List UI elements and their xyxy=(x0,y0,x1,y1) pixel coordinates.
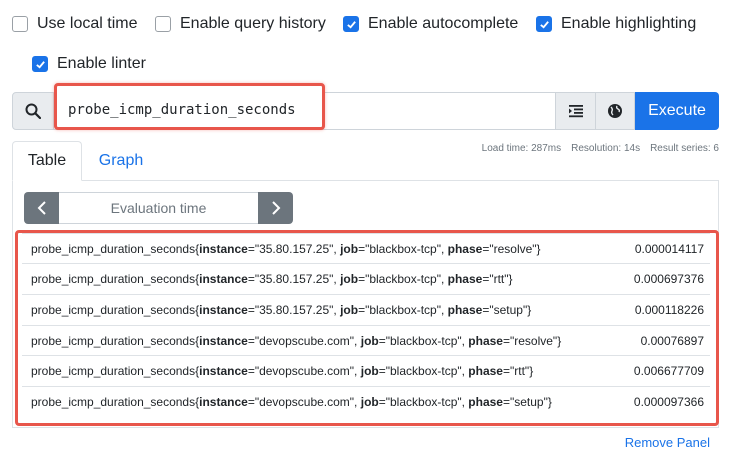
chevron-right-icon xyxy=(271,201,280,215)
use-local-time-checkbox[interactable] xyxy=(12,16,28,32)
enable-query-history-option[interactable]: Enable query history xyxy=(155,15,326,33)
enable-highlighting-label: Enable highlighting xyxy=(561,15,697,32)
enable-autocomplete-label: Enable autocomplete xyxy=(368,15,519,32)
metrics-explorer-button[interactable] xyxy=(595,92,635,130)
resolution: Resolution: 14s xyxy=(571,143,641,154)
use-local-time-label: Use local time xyxy=(37,15,138,32)
series-value: 0.000014117 xyxy=(634,241,704,256)
eval-previous-button[interactable] xyxy=(24,192,59,224)
enable-highlighting-checkbox[interactable] xyxy=(536,16,552,32)
chevron-left-icon xyxy=(37,201,46,215)
check-icon xyxy=(539,20,549,29)
expression-input[interactable]: probe_icmp_duration_seconds xyxy=(68,102,296,118)
enable-linter-option[interactable]: Enable linter xyxy=(32,55,146,73)
table-row: probe_icmp_duration_seconds{instance="35… xyxy=(22,233,710,263)
series-label: probe_icmp_duration_seconds{instance="de… xyxy=(31,363,534,378)
enable-autocomplete-option[interactable]: Enable autocomplete xyxy=(343,15,518,33)
series-value: 0.000097366 xyxy=(633,394,704,409)
evaluation-time-placeholder: Evaluation time xyxy=(110,200,207,216)
tab-graph[interactable]: Graph xyxy=(86,141,156,181)
table-row: probe_icmp_duration_seconds{instance="35… xyxy=(22,263,710,293)
check-icon xyxy=(346,20,356,29)
eval-next-button[interactable] xyxy=(258,192,293,224)
series-value: 0.006677709 xyxy=(633,363,704,378)
evaluation-time-input[interactable]: Evaluation time xyxy=(59,192,258,224)
tab-table[interactable]: Table xyxy=(12,141,82,181)
table-row: probe_icmp_duration_seconds{instance="de… xyxy=(22,355,710,385)
enable-query-history-label: Enable query history xyxy=(180,15,326,32)
tab-graph-label: Graph xyxy=(98,152,144,169)
series-label: probe_icmp_duration_seconds{instance="35… xyxy=(31,271,513,286)
execute-button-label: Execute xyxy=(648,102,706,119)
enable-linter-label: Enable linter xyxy=(57,55,146,72)
result-series: Result series: 6 xyxy=(650,143,719,154)
table-row: probe_icmp_duration_seconds{instance="de… xyxy=(22,386,710,416)
series-value: 0.00076897 xyxy=(640,333,704,348)
series-value: 0.000118226 xyxy=(634,302,704,317)
enable-query-history-checkbox[interactable] xyxy=(155,16,171,32)
format-icon xyxy=(568,105,583,118)
enable-autocomplete-checkbox[interactable] xyxy=(343,16,359,32)
table-row: probe_icmp_duration_seconds{instance="35… xyxy=(22,294,710,324)
table-row: probe_icmp_duration_seconds{instance="de… xyxy=(22,325,710,355)
remove-panel-link[interactable]: Remove Panel xyxy=(625,435,710,450)
enable-highlighting-option[interactable]: Enable highlighting xyxy=(536,15,696,33)
use-local-time-option[interactable]: Use local time xyxy=(12,15,137,33)
series-label: probe_icmp_duration_seconds{instance="35… xyxy=(31,302,532,317)
series-label: probe_icmp_duration_seconds{instance="de… xyxy=(31,333,562,348)
enable-linter-checkbox[interactable] xyxy=(32,56,48,72)
tab-table-label: Table xyxy=(27,152,67,169)
series-label: probe_icmp_duration_seconds{instance="35… xyxy=(31,241,541,256)
format-expression-button[interactable] xyxy=(555,92,595,130)
search-button[interactable] xyxy=(12,92,54,130)
series-label: probe_icmp_duration_seconds{instance="de… xyxy=(31,394,552,409)
search-icon xyxy=(25,103,41,119)
load-time: Load time: 287ms xyxy=(481,143,562,154)
series-value: 0.000697376 xyxy=(633,271,704,286)
globe-icon xyxy=(608,104,622,118)
evaluation-time-control: Evaluation time xyxy=(24,192,293,224)
execute-button[interactable]: Execute xyxy=(635,92,719,130)
query-stats: Load time: 287ms Resolution: 14s Result se… xyxy=(472,143,719,154)
check-icon xyxy=(35,60,45,69)
